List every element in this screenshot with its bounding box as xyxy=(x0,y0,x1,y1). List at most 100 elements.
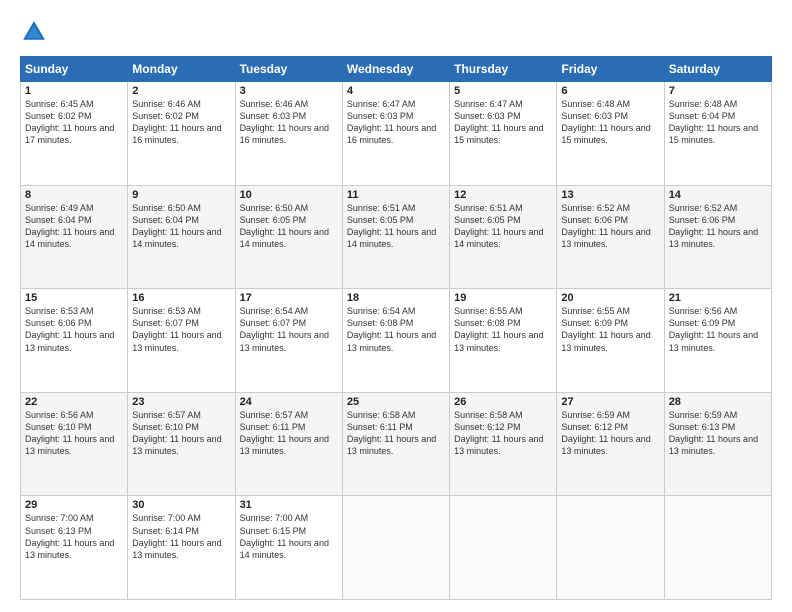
calendar-cell: 27 Sunrise: 6:59 AM Sunset: 6:12 PM Dayl… xyxy=(557,392,664,496)
sunrise-label: Sunrise: 6:47 AM xyxy=(347,99,416,109)
daylight-label: Daylight: 11 hours and 13 minutes. xyxy=(454,434,543,456)
daylight-label: Daylight: 11 hours and 15 minutes. xyxy=(454,123,543,145)
sunset-label: Sunset: 6:09 PM xyxy=(669,318,736,328)
calendar-week-3: 15 Sunrise: 6:53 AM Sunset: 6:06 PM Dayl… xyxy=(21,289,772,393)
calendar-cell xyxy=(557,496,664,600)
sunset-label: Sunset: 6:06 PM xyxy=(561,215,628,225)
day-info: Sunrise: 6:57 AM Sunset: 6:11 PM Dayligh… xyxy=(240,409,338,458)
day-number: 3 xyxy=(240,85,338,97)
calendar-cell: 16 Sunrise: 6:53 AM Sunset: 6:07 PM Dayl… xyxy=(128,289,235,393)
sunrise-label: Sunrise: 6:50 AM xyxy=(240,203,309,213)
sunrise-label: Sunrise: 6:59 AM xyxy=(669,410,738,420)
day-number: 19 xyxy=(454,292,552,304)
daylight-label: Daylight: 11 hours and 13 minutes. xyxy=(132,330,221,352)
sunset-label: Sunset: 6:05 PM xyxy=(347,215,414,225)
day-info: Sunrise: 6:58 AM Sunset: 6:12 PM Dayligh… xyxy=(454,409,552,458)
daylight-label: Daylight: 11 hours and 16 minutes. xyxy=(347,123,436,145)
sunset-label: Sunset: 6:08 PM xyxy=(347,318,414,328)
day-info: Sunrise: 6:48 AM Sunset: 6:03 PM Dayligh… xyxy=(561,98,659,147)
day-info: Sunrise: 6:53 AM Sunset: 6:06 PM Dayligh… xyxy=(25,305,123,354)
daylight-label: Daylight: 11 hours and 14 minutes. xyxy=(25,227,114,249)
sunrise-label: Sunrise: 6:56 AM xyxy=(25,410,94,420)
sunset-label: Sunset: 6:15 PM xyxy=(240,526,307,536)
sunset-label: Sunset: 6:13 PM xyxy=(669,422,736,432)
day-info: Sunrise: 6:45 AM Sunset: 6:02 PM Dayligh… xyxy=(25,98,123,147)
sunset-label: Sunset: 6:09 PM xyxy=(561,318,628,328)
calendar-cell xyxy=(664,496,771,600)
day-info: Sunrise: 6:46 AM Sunset: 6:02 PM Dayligh… xyxy=(132,98,230,147)
weekday-header-tuesday: Tuesday xyxy=(235,57,342,82)
day-number: 18 xyxy=(347,292,445,304)
day-number: 1 xyxy=(25,85,123,97)
day-number: 27 xyxy=(561,396,659,408)
sunrise-label: Sunrise: 6:46 AM xyxy=(132,99,201,109)
sunrise-label: Sunrise: 6:58 AM xyxy=(347,410,416,420)
sunrise-label: Sunrise: 6:52 AM xyxy=(561,203,630,213)
sunset-label: Sunset: 6:10 PM xyxy=(132,422,199,432)
sunset-label: Sunset: 6:02 PM xyxy=(25,111,92,121)
day-number: 15 xyxy=(25,292,123,304)
day-number: 4 xyxy=(347,85,445,97)
day-info: Sunrise: 6:54 AM Sunset: 6:08 PM Dayligh… xyxy=(347,305,445,354)
sunset-label: Sunset: 6:06 PM xyxy=(25,318,92,328)
sunrise-label: Sunrise: 6:57 AM xyxy=(132,410,201,420)
day-info: Sunrise: 6:50 AM Sunset: 6:05 PM Dayligh… xyxy=(240,202,338,251)
sunrise-label: Sunrise: 6:57 AM xyxy=(240,410,309,420)
sunrise-label: Sunrise: 6:56 AM xyxy=(669,306,738,316)
sunrise-label: Sunrise: 6:48 AM xyxy=(669,99,738,109)
day-number: 20 xyxy=(561,292,659,304)
day-number: 10 xyxy=(240,189,338,201)
daylight-label: Daylight: 11 hours and 17 minutes. xyxy=(25,123,114,145)
sunrise-label: Sunrise: 7:00 AM xyxy=(132,513,201,523)
calendar-cell: 18 Sunrise: 6:54 AM Sunset: 6:08 PM Dayl… xyxy=(342,289,449,393)
calendar-cell: 13 Sunrise: 6:52 AM Sunset: 6:06 PM Dayl… xyxy=(557,185,664,289)
day-info: Sunrise: 6:47 AM Sunset: 6:03 PM Dayligh… xyxy=(454,98,552,147)
day-number: 17 xyxy=(240,292,338,304)
sunset-label: Sunset: 6:07 PM xyxy=(240,318,307,328)
day-info: Sunrise: 6:52 AM Sunset: 6:06 PM Dayligh… xyxy=(669,202,767,251)
daylight-label: Daylight: 11 hours and 13 minutes. xyxy=(25,434,114,456)
daylight-label: Daylight: 11 hours and 13 minutes. xyxy=(561,330,650,352)
sunrise-label: Sunrise: 6:59 AM xyxy=(561,410,630,420)
day-info: Sunrise: 6:47 AM Sunset: 6:03 PM Dayligh… xyxy=(347,98,445,147)
sunrise-label: Sunrise: 6:55 AM xyxy=(454,306,523,316)
daylight-label: Daylight: 11 hours and 14 minutes. xyxy=(240,227,329,249)
sunset-label: Sunset: 6:14 PM xyxy=(132,526,199,536)
daylight-label: Daylight: 11 hours and 14 minutes. xyxy=(240,538,329,560)
sunrise-label: Sunrise: 6:52 AM xyxy=(669,203,738,213)
calendar-cell: 19 Sunrise: 6:55 AM Sunset: 6:08 PM Dayl… xyxy=(450,289,557,393)
sunset-label: Sunset: 6:03 PM xyxy=(454,111,521,121)
weekday-header-thursday: Thursday xyxy=(450,57,557,82)
sunrise-label: Sunrise: 6:53 AM xyxy=(25,306,94,316)
daylight-label: Daylight: 11 hours and 13 minutes. xyxy=(132,538,221,560)
day-info: Sunrise: 7:00 AM Sunset: 6:14 PM Dayligh… xyxy=(132,512,230,561)
sunset-label: Sunset: 6:06 PM xyxy=(669,215,736,225)
day-info: Sunrise: 6:50 AM Sunset: 6:04 PM Dayligh… xyxy=(132,202,230,251)
day-number: 31 xyxy=(240,499,338,511)
calendar-cell: 31 Sunrise: 7:00 AM Sunset: 6:15 PM Dayl… xyxy=(235,496,342,600)
calendar-cell: 30 Sunrise: 7:00 AM Sunset: 6:14 PM Dayl… xyxy=(128,496,235,600)
day-info: Sunrise: 6:56 AM Sunset: 6:09 PM Dayligh… xyxy=(669,305,767,354)
calendar-cell: 10 Sunrise: 6:50 AM Sunset: 6:05 PM Dayl… xyxy=(235,185,342,289)
calendar-cell: 17 Sunrise: 6:54 AM Sunset: 6:07 PM Dayl… xyxy=(235,289,342,393)
page: SundayMondayTuesdayWednesdayThursdayFrid… xyxy=(0,0,792,612)
calendar-cell: 7 Sunrise: 6:48 AM Sunset: 6:04 PM Dayli… xyxy=(664,82,771,186)
sunset-label: Sunset: 6:05 PM xyxy=(240,215,307,225)
sunrise-label: Sunrise: 7:00 AM xyxy=(240,513,309,523)
daylight-label: Daylight: 11 hours and 16 minutes. xyxy=(132,123,221,145)
day-number: 16 xyxy=(132,292,230,304)
sunset-label: Sunset: 6:04 PM xyxy=(25,215,92,225)
sunrise-label: Sunrise: 6:51 AM xyxy=(454,203,523,213)
day-number: 25 xyxy=(347,396,445,408)
sunrise-label: Sunrise: 6:48 AM xyxy=(561,99,630,109)
daylight-label: Daylight: 11 hours and 13 minutes. xyxy=(347,434,436,456)
calendar-week-2: 8 Sunrise: 6:49 AM Sunset: 6:04 PM Dayli… xyxy=(21,185,772,289)
calendar-cell: 24 Sunrise: 6:57 AM Sunset: 6:11 PM Dayl… xyxy=(235,392,342,496)
sunset-label: Sunset: 6:04 PM xyxy=(132,215,199,225)
calendar-cell: 25 Sunrise: 6:58 AM Sunset: 6:11 PM Dayl… xyxy=(342,392,449,496)
day-number: 24 xyxy=(240,396,338,408)
sunrise-label: Sunrise: 6:45 AM xyxy=(25,99,94,109)
daylight-label: Daylight: 11 hours and 15 minutes. xyxy=(669,123,758,145)
sunrise-label: Sunrise: 6:46 AM xyxy=(240,99,309,109)
day-number: 6 xyxy=(561,85,659,97)
